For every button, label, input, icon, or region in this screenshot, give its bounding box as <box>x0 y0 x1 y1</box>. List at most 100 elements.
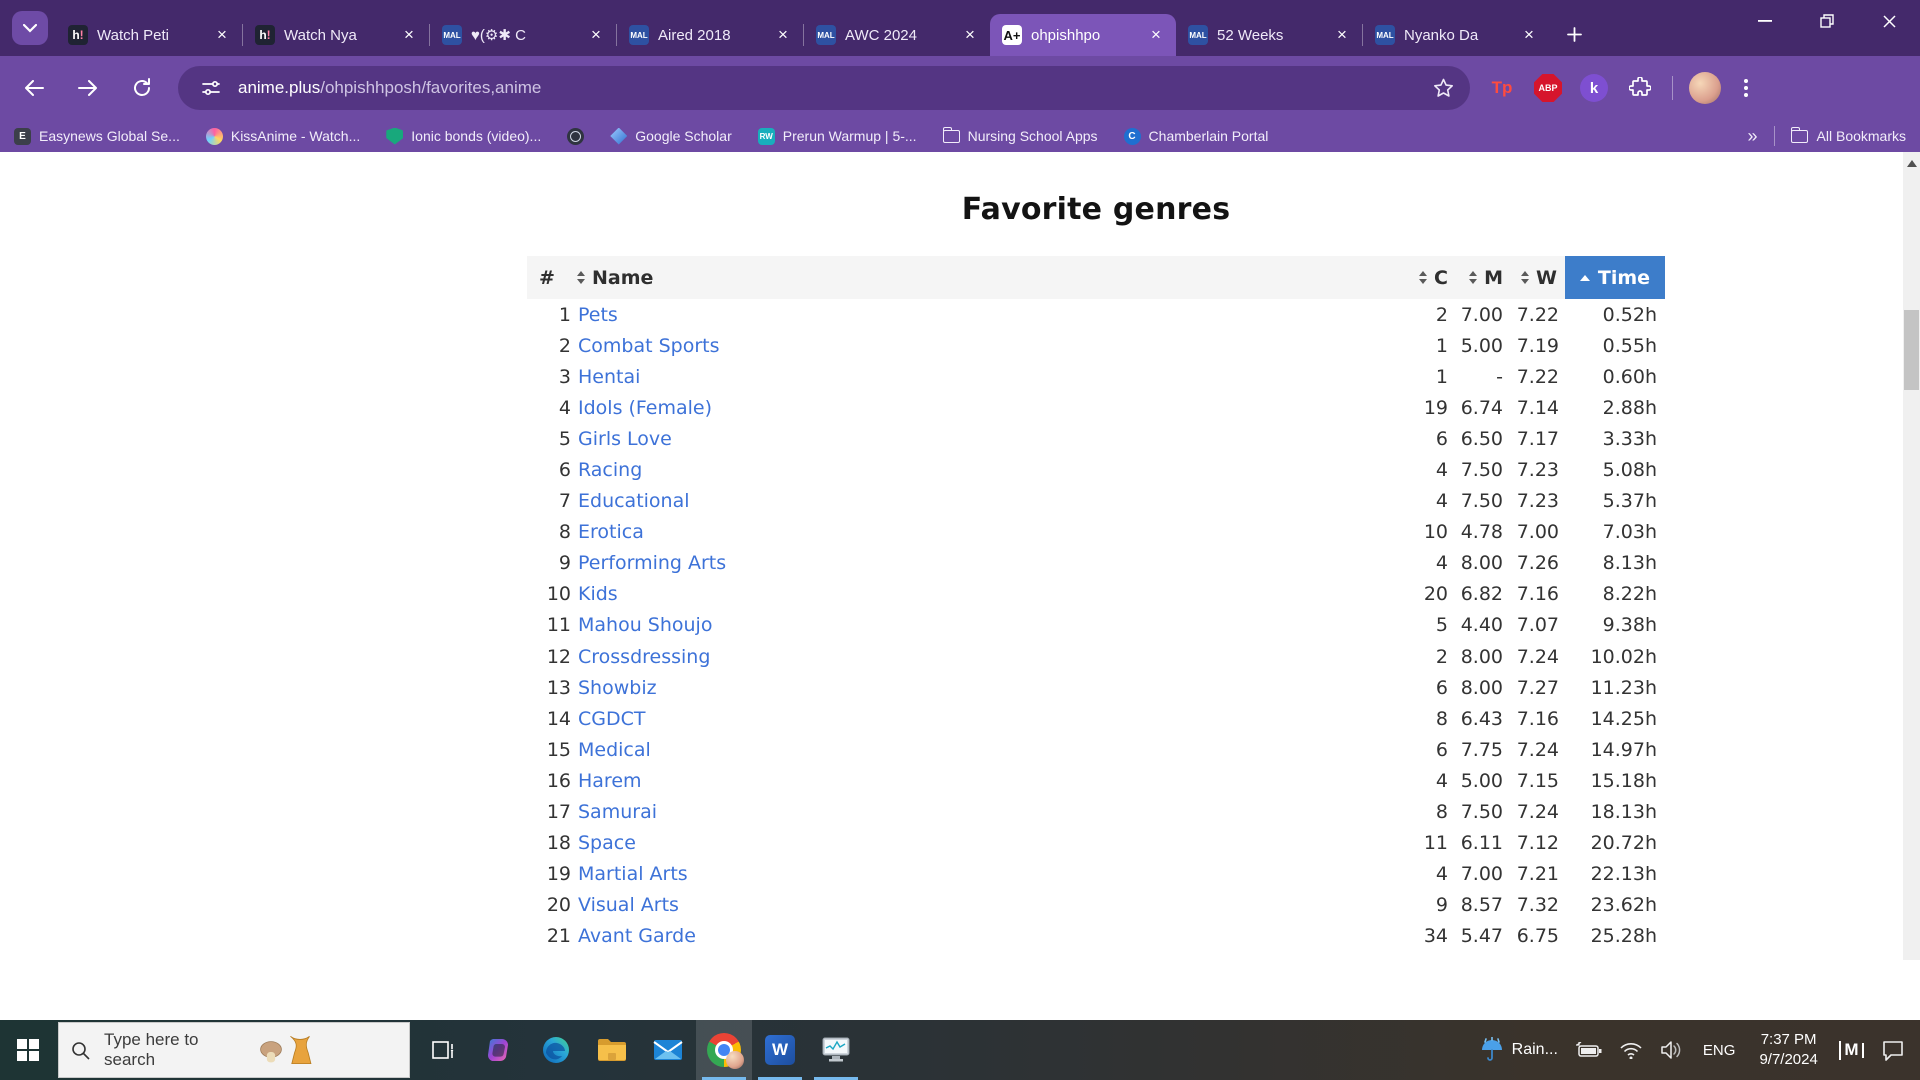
header-m[interactable]: M <box>1450 256 1505 299</box>
clock-widget[interactable]: 7:37 PM 9/7/2024 <box>1747 1020 1829 1080</box>
genre-link[interactable]: Combat Sports <box>578 335 720 357</box>
bookmark-prerun-warmup-5[interactable]: RW Prerun Warmup | 5-... <box>757 127 917 145</box>
bookmark-google-scholar[interactable]: Google Scholar <box>610 127 732 145</box>
k-extension-icon[interactable]: k <box>1580 74 1608 102</box>
tab-close-button[interactable]: × <box>773 25 793 45</box>
cell-c: 6 <box>1435 427 1448 450</box>
file-explorer-taskbar-button[interactable] <box>584 1020 640 1080</box>
genre-link[interactable]: CGDCT <box>578 708 646 730</box>
genre-link[interactable]: Erotica <box>578 521 644 543</box>
reload-button[interactable] <box>122 68 162 108</box>
browser-menu-button[interactable] <box>1733 75 1759 101</box>
minimize-button[interactable] <box>1734 0 1796 42</box>
genre-link[interactable]: Visual Arts <box>578 894 679 916</box>
tab-c[interactable]: MAL ♥(⚙✱ C × <box>430 14 616 56</box>
genre-link[interactable]: Hentai <box>578 366 640 388</box>
header-name[interactable]: Name <box>577 256 1360 299</box>
scrollbar-thumb[interactable] <box>1904 310 1919 390</box>
tab-ohpishhpo[interactable]: A+ ohpishhpo × <box>990 14 1176 56</box>
genre-link[interactable]: Harem <box>578 770 642 792</box>
header-time[interactable]: Time <box>1565 256 1665 299</box>
copilot-taskbar-button[interactable] <box>472 1020 528 1080</box>
tab-awc-2024[interactable]: MAL AWC 2024 × <box>804 14 990 56</box>
volume-indicator[interactable] <box>1651 1020 1691 1080</box>
genre-link[interactable]: Performing Arts <box>578 552 726 574</box>
header-c[interactable]: C <box>1360 256 1450 299</box>
language-indicator[interactable]: ENG <box>1691 1020 1748 1080</box>
tab-search-button[interactable] <box>12 11 48 45</box>
tab-close-button[interactable]: × <box>1519 25 1539 45</box>
cell-rank: 22 <box>527 957 577 960</box>
task-manager-taskbar-button[interactable] <box>808 1020 864 1080</box>
tab-close-button[interactable]: × <box>1332 25 1352 45</box>
mushroom-emoji-icons <box>258 1035 398 1065</box>
bookmark-label: Google Scholar <box>635 128 732 144</box>
header-w[interactable]: W <box>1505 256 1565 299</box>
adblock-plus-extension-icon[interactable]: ABP <box>1534 74 1562 102</box>
tp-extension-icon[interactable]: Tp <box>1488 74 1516 102</box>
tab-close-button[interactable]: × <box>212 25 232 45</box>
back-button[interactable] <box>14 68 54 108</box>
new-tab-button[interactable] <box>1557 17 1591 51</box>
tab-close-button[interactable]: × <box>586 25 606 45</box>
mal-tray-app[interactable]: M <box>1830 1020 1873 1080</box>
bookmark-easynews-global-se[interactable]: E Easynews Global Se... <box>14 127 180 145</box>
tab-nyanko-da[interactable]: MAL Nyanko Da × <box>1363 14 1549 56</box>
word-taskbar-button[interactable]: W <box>752 1020 808 1080</box>
site-info-icon[interactable] <box>194 71 228 105</box>
genre-link[interactable]: Idols (Male) <box>578 957 688 960</box>
page-scrollbar[interactable] <box>1903 152 1920 960</box>
genre-link[interactable]: Martial Arts <box>578 863 688 885</box>
header-rank[interactable]: # <box>527 256 577 299</box>
tab-close-button[interactable]: × <box>399 25 419 45</box>
genre-link[interactable]: Kids <box>578 583 618 605</box>
genre-link[interactable]: Samurai <box>578 801 657 823</box>
genre-link[interactable]: Crossdressing <box>578 646 710 668</box>
mail-taskbar-button[interactable] <box>640 1020 696 1080</box>
bookmark-chamberlain-portal[interactable]: C Chamberlain Portal <box>1123 127 1268 145</box>
genre-link[interactable]: Medical <box>578 739 651 761</box>
genre-link[interactable]: Showbiz <box>578 677 657 699</box>
bookmark-star-button[interactable] <box>1433 78 1454 98</box>
genre-link[interactable]: Mahou Shoujo <box>578 614 712 636</box>
forward-button[interactable] <box>68 68 108 108</box>
close-button[interactable] <box>1858 0 1920 42</box>
taskbar-search-input[interactable]: Type here to search <box>58 1022 410 1078</box>
genre-link[interactable]: Educational <box>578 490 690 512</box>
network-indicator[interactable] <box>1611 1020 1651 1080</box>
weather-widget[interactable]: Rain... <box>1471 1020 1567 1080</box>
tab-watch-peti[interactable]: h! Watch Peti × <box>56 14 242 56</box>
tab-52-weeks[interactable]: MAL 52 Weeks × <box>1176 14 1362 56</box>
extensions-puzzle-button[interactable] <box>1626 74 1654 102</box>
url-text[interactable]: anime.plus/ohpishhposh/favorites,anime <box>238 78 541 98</box>
edge-taskbar-button[interactable] <box>528 1020 584 1080</box>
restore-button[interactable] <box>1796 0 1858 42</box>
bookmarks-overflow-button[interactable]: » <box>1748 126 1758 147</box>
genre-link[interactable]: Idols (Female) <box>578 397 712 419</box>
task-view-taskbar-button[interactable] <box>416 1020 472 1080</box>
tab-close-button[interactable]: × <box>1146 25 1166 45</box>
bookmark-ionic-bonds-video[interactable]: Ionic bonds (video)... <box>386 127 541 145</box>
sort-icon <box>1521 271 1530 284</box>
bookmark-item[interactable] <box>567 127 585 145</box>
tab-close-button[interactable]: × <box>960 25 980 45</box>
scrollbar-up-arrow[interactable] <box>1906 160 1917 167</box>
battery-indicator[interactable] <box>1567 1020 1611 1080</box>
all-bookmarks-button[interactable]: All Bookmarks <box>1790 126 1906 144</box>
genre-link[interactable]: Pets <box>578 304 618 326</box>
genre-link[interactable]: Space <box>578 832 636 854</box>
address-bar[interactable]: anime.plus/ohpishhposh/favorites,anime <box>178 66 1470 110</box>
cell-m: 6.50 <box>1460 427 1503 450</box>
genre-link[interactable]: Avant Garde <box>578 925 696 947</box>
tab-aired-2018[interactable]: MAL Aired 2018 × <box>617 14 803 56</box>
tab-watch-nya[interactable]: h! Watch Nya × <box>243 14 429 56</box>
profile-avatar[interactable] <box>1689 72 1721 104</box>
bookmark-nursing-school-apps[interactable]: Nursing School Apps <box>942 126 1098 144</box>
genre-link[interactable]: Girls Love <box>578 428 672 450</box>
chrome-taskbar-button[interactable] <box>696 1020 752 1080</box>
start-button[interactable] <box>0 1020 56 1080</box>
genre-link[interactable]: Racing <box>578 459 642 481</box>
cell-rank: 19 <box>546 863 571 886</box>
action-center-button[interactable] <box>1873 1020 1920 1080</box>
bookmark-kissanime-watch[interactable]: KissAnime - Watch... <box>205 127 360 145</box>
